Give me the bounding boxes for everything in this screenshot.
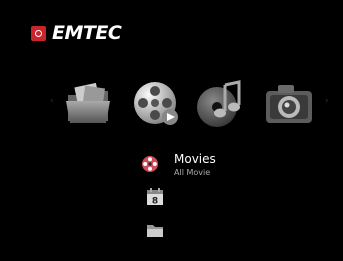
menu-item-movies[interactable] [130, 77, 184, 131]
folder-icon [66, 82, 110, 123]
selected-title: Movies [174, 152, 216, 166]
submenu-item-folder[interactable] [145, 220, 165, 240]
calendar-icon: 8 [147, 188, 163, 207]
scroll-right-arrow-icon[interactable]: › [325, 96, 329, 106]
folder-small-icon [147, 225, 163, 237]
submenu-item-calendar[interactable]: 8 [145, 187, 165, 207]
selected-subtitle: All Movie [174, 168, 211, 177]
brand-name: EMTEC [52, 22, 122, 44]
menu-item-music[interactable] [195, 77, 249, 131]
film-reel-small-icon [141, 155, 159, 173]
brand-logo: EMTEC [31, 22, 122, 44]
film-reel-icon [134, 82, 178, 125]
scroll-left-arrow-icon[interactable]: ‹ [50, 96, 54, 106]
emtec-logo-mark-icon [31, 25, 46, 41]
music-disc-icon [197, 80, 241, 127]
menu-item-folder[interactable] [62, 77, 116, 131]
camera-icon [266, 85, 312, 123]
calendar-day: 8 [152, 197, 158, 207]
menu-item-photo[interactable] [262, 77, 316, 131]
